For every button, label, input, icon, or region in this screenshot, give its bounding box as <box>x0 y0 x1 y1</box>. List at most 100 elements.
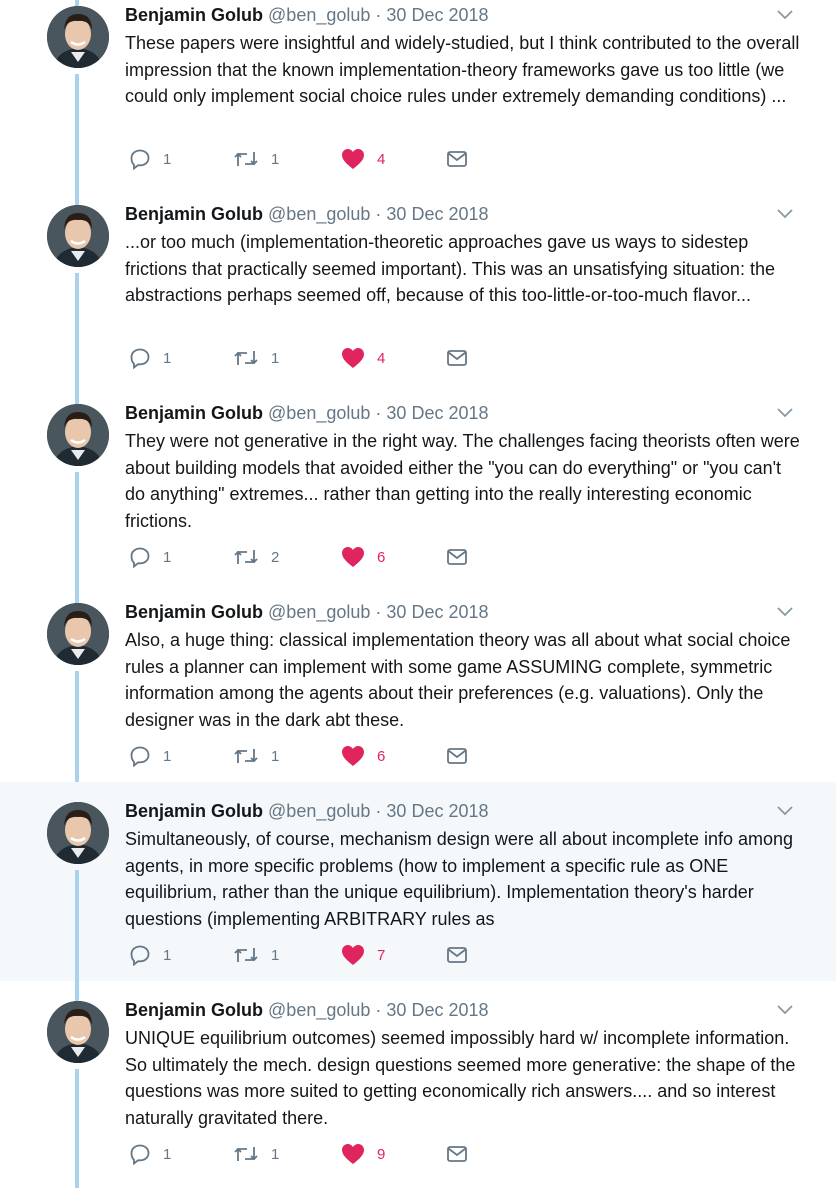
like-button[interactable]: 7 <box>341 942 385 968</box>
heart-icon <box>342 1144 364 1164</box>
reply-button[interactable]: 1 <box>129 942 171 968</box>
author-handle[interactable]: @ben_golub <box>268 602 370 622</box>
author-handle[interactable]: @ben_golub <box>268 403 370 423</box>
tweet[interactable]: Benjamin Golub @ben_golub · 30 Dec 2018 … <box>0 0 836 199</box>
tweet-actions: 1 1 4 <box>125 345 485 371</box>
chevron-down-icon[interactable] <box>776 8 794 22</box>
reply-count: 1 <box>163 349 172 367</box>
retweet-button[interactable]: 1 <box>233 345 279 371</box>
retweet-icon <box>234 550 258 564</box>
envelope-icon <box>447 1146 467 1162</box>
reply-button[interactable]: 1 <box>129 146 171 172</box>
author-name[interactable]: Benjamin Golub <box>125 403 263 423</box>
heart-icon <box>342 746 364 766</box>
separator-dot: · <box>375 204 382 224</box>
direct-message-button[interactable] <box>446 942 468 968</box>
reply-icon <box>130 149 150 170</box>
reply-icon <box>130 547 150 568</box>
like-count: 4 <box>377 150 386 168</box>
tweet-text: ...or too much (implementation-theoretic… <box>125 232 775 306</box>
avatar-photo <box>47 6 109 68</box>
direct-message-button[interactable] <box>446 544 468 570</box>
avatar[interactable] <box>47 404 109 466</box>
heart-icon <box>342 945 364 965</box>
retweet-icon <box>234 152 258 166</box>
tweet-date[interactable]: 30 Dec 2018 <box>386 403 488 423</box>
author-handle[interactable]: @ben_golub <box>268 801 370 821</box>
retweet-button[interactable]: 1 <box>233 743 279 769</box>
tweet-text: Also, a huge thing: classical implementa… <box>125 630 791 730</box>
author-handle[interactable]: @ben_golub <box>268 1000 370 1020</box>
tweet[interactable]: Benjamin Golub @ben_golub · 30 Dec 2018 … <box>0 995 836 1194</box>
retweet-icon <box>234 749 258 763</box>
tweet-date[interactable]: 30 Dec 2018 <box>386 5 488 25</box>
avatar[interactable] <box>47 205 109 267</box>
direct-message-button[interactable] <box>446 743 468 769</box>
separator-dot: · <box>375 5 382 25</box>
chevron-down-icon[interactable] <box>776 406 794 420</box>
reply-count: 1 <box>163 946 172 964</box>
author-name[interactable]: Benjamin Golub <box>125 204 263 224</box>
avatar-photo <box>47 802 109 864</box>
retweet-icon <box>234 351 258 365</box>
tweet-actions: 1 1 6 <box>125 743 485 769</box>
retweet-count: 1 <box>271 747 280 765</box>
tweet-text: Simultaneously, of course, mechanism des… <box>125 829 794 929</box>
envelope-icon <box>447 350 467 366</box>
tweet-text: They were not generative in the right wa… <box>125 431 800 531</box>
direct-message-button[interactable] <box>446 1141 468 1167</box>
tweet-date[interactable]: 30 Dec 2018 <box>386 602 488 622</box>
reply-button[interactable]: 1 <box>129 544 171 570</box>
reply-button[interactable]: 1 <box>129 743 171 769</box>
envelope-icon <box>447 151 467 167</box>
like-button[interactable]: 6 <box>341 544 385 570</box>
avatar[interactable] <box>47 6 109 68</box>
avatar-photo <box>47 1001 109 1063</box>
like-button[interactable]: 6 <box>341 743 385 769</box>
like-count: 7 <box>377 946 386 964</box>
tweet[interactable]: Benjamin Golub @ben_golub · 30 Dec 2018 … <box>0 398 836 597</box>
author-name[interactable]: Benjamin Golub <box>125 5 263 25</box>
tweet-header: Benjamin Golub @ben_golub · 30 Dec 2018 <box>125 800 489 822</box>
tweet-actions: 1 2 6 <box>125 544 485 570</box>
chevron-down-icon[interactable] <box>776 1003 794 1017</box>
like-count: 9 <box>377 1145 386 1163</box>
retweet-count: 1 <box>271 1145 280 1163</box>
retweet-count: 2 <box>271 548 280 566</box>
like-button[interactable]: 9 <box>341 1141 385 1167</box>
avatar[interactable] <box>47 802 109 864</box>
retweet-icon <box>234 1147 258 1161</box>
chevron-down-icon[interactable] <box>776 207 794 221</box>
author-name[interactable]: Benjamin Golub <box>125 602 263 622</box>
reply-icon <box>130 348 150 369</box>
chevron-down-icon[interactable] <box>776 804 794 818</box>
tweet-date[interactable]: 30 Dec 2018 <box>386 801 488 821</box>
tweet-date[interactable]: 30 Dec 2018 <box>386 204 488 224</box>
like-button[interactable]: 4 <box>341 146 385 172</box>
reply-button[interactable]: 1 <box>129 1141 171 1167</box>
retweet-button[interactable]: 1 <box>233 146 279 172</box>
separator-dot: · <box>375 801 382 821</box>
direct-message-button[interactable] <box>446 146 468 172</box>
tweet-actions: 1 1 4 <box>125 146 485 172</box>
retweet-button[interactable]: 1 <box>233 942 279 968</box>
author-handle[interactable]: @ben_golub <box>268 5 370 25</box>
reply-count: 1 <box>163 548 172 566</box>
retweet-button[interactable]: 1 <box>233 1141 279 1167</box>
reply-button[interactable]: 1 <box>129 345 171 371</box>
avatar[interactable] <box>47 1001 109 1063</box>
direct-message-button[interactable] <box>446 345 468 371</box>
separator-dot: · <box>375 403 382 423</box>
like-button[interactable]: 4 <box>341 345 385 371</box>
author-name[interactable]: Benjamin Golub <box>125 801 263 821</box>
envelope-icon <box>447 748 467 764</box>
avatar[interactable] <box>47 603 109 665</box>
author-handle[interactable]: @ben_golub <box>268 204 370 224</box>
tweet-date[interactable]: 30 Dec 2018 <box>386 1000 488 1020</box>
retweet-button[interactable]: 2 <box>233 544 279 570</box>
tweet-header: Benjamin Golub @ben_golub · 30 Dec 2018 <box>125 203 489 225</box>
tweet[interactable]: Benjamin Golub @ben_golub · 30 Dec 2018 … <box>0 199 836 398</box>
tweet[interactable]: Benjamin Golub @ben_golub · 30 Dec 2018 … <box>0 597 836 796</box>
author-name[interactable]: Benjamin Golub <box>125 1000 263 1020</box>
chevron-down-icon[interactable] <box>776 605 794 619</box>
